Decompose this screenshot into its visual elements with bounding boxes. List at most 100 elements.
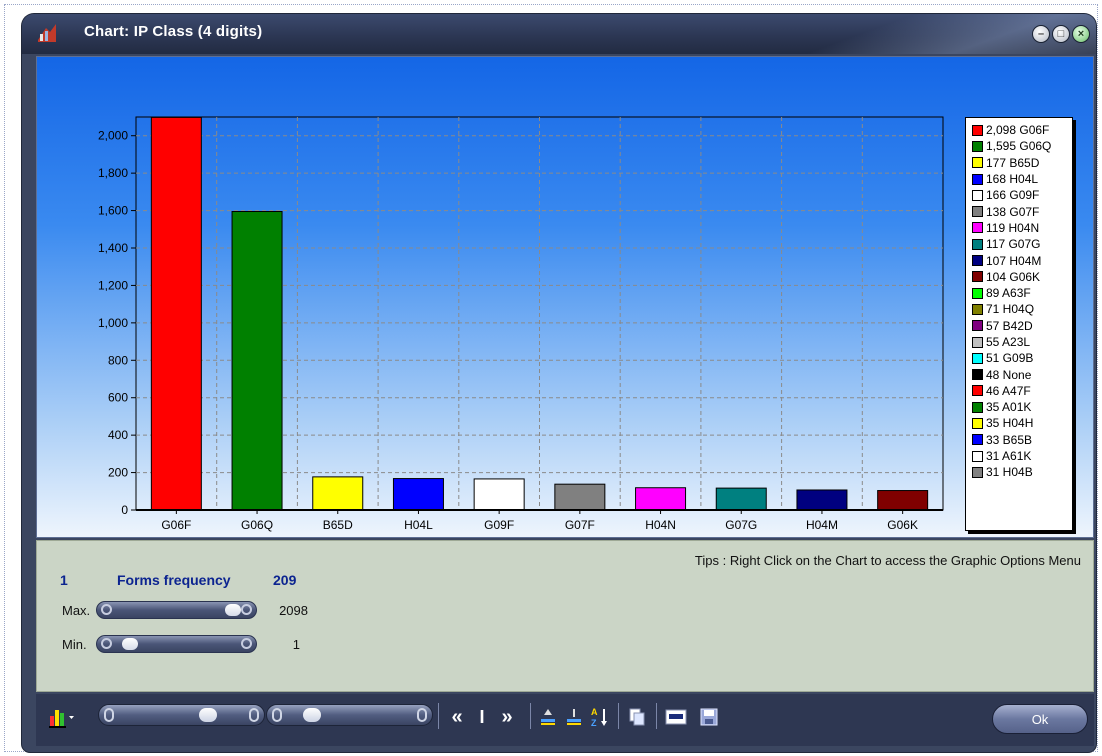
save-button[interactable] (696, 702, 722, 732)
legend-item: 71 H04Q (972, 301, 1072, 317)
options-button[interactable] (662, 702, 690, 732)
slider-cap-icon (272, 708, 282, 722)
minimize-button[interactable]: – (1032, 25, 1050, 43)
legend-item: 117 G07G (972, 236, 1072, 252)
range-slider-right[interactable] (266, 704, 433, 726)
fast-forward-icon: » (501, 705, 513, 728)
x-tick-label: H04L (404, 518, 433, 532)
legend-swatch (972, 369, 983, 381)
app-chart-icon[interactable] (36, 22, 58, 44)
ok-button[interactable]: Ok (992, 704, 1088, 734)
maximize-icon: □ (1057, 27, 1065, 40)
minimize-icon: – (1037, 27, 1045, 40)
y-tick-label: 400 (108, 428, 128, 442)
legend-swatch (972, 271, 983, 283)
legend-label: 89 A63F (986, 286, 1031, 301)
min-slider-thumb[interactable] (121, 638, 138, 650)
legend-item: 55 A23L (972, 334, 1072, 350)
y-tick-label: 1,000 (98, 316, 128, 330)
legend-item: 31 H04B (972, 464, 1072, 480)
min-value: 1 (292, 637, 300, 652)
y-tick-label: 0 (121, 503, 128, 517)
legend-swatch (972, 287, 983, 299)
legend-swatch (972, 434, 983, 446)
legend-item: 46 A47F (972, 383, 1072, 399)
maximize-button[interactable]: □ (1052, 25, 1070, 43)
sort-down-button[interactable] (536, 702, 560, 732)
legend-label: 55 A23L (986, 335, 1031, 349)
svg-text:A: A (591, 707, 598, 717)
slider-cap-left-icon (101, 604, 112, 615)
max-label: Max. (62, 603, 91, 618)
legend-label: 71 H04Q (986, 302, 1035, 317)
legend-label: 31 A61K (986, 449, 1032, 464)
tips-text: Tips : Right Click on the Chart to acces… (694, 553, 1081, 568)
floppy-disk-icon (700, 708, 718, 726)
range-slider-left-thumb[interactable] (199, 708, 217, 722)
max-slider[interactable] (96, 601, 257, 619)
bar-H04L (392, 478, 444, 511)
legend-label: 119 H04N (986, 220, 1040, 235)
legend-item: 107 H04M (972, 252, 1072, 268)
x-tick-label: G09F (484, 518, 514, 532)
last-button[interactable]: » (494, 702, 520, 732)
bar-G06Q (231, 211, 283, 511)
y-tick-label: 200 (108, 466, 128, 480)
chart-panel[interactable]: 0 200 400 600 800 1,000 1,200 1,400 1,600 1,800 2,… (36, 56, 1094, 538)
bottom-toolbar: « I » A Z Ok (36, 694, 1094, 746)
legend-label: 33 B65B (986, 432, 1033, 447)
chart-type-button[interactable] (42, 702, 82, 732)
close-button[interactable]: × (1072, 25, 1090, 43)
bar-chart[interactable]: 0 200 400 600 800 1,000 1,200 1,400 1,600 1,800 2,… (37, 57, 1093, 537)
legend-swatch (972, 466, 983, 478)
sort-up-button[interactable] (562, 702, 586, 732)
legend-label: 104 G06K (986, 269, 1041, 284)
slider-cap-icon (417, 708, 427, 722)
x-tick-label: G07F (565, 518, 595, 532)
legend-item: 48 None (972, 366, 1072, 382)
title-bar[interactable]: Chart: IP Class (4 digits) – □ × (22, 14, 1096, 54)
legend-item: 89 A63F (972, 285, 1072, 301)
legend-item: 51 G09B (972, 350, 1072, 366)
min-slider[interactable] (96, 635, 257, 653)
legend-swatch (972, 255, 983, 267)
legend-swatch (972, 450, 983, 462)
legend-item: 104 G06K (972, 269, 1072, 285)
legend-label: 57 B42D (986, 318, 1033, 333)
range-slider-right-thumb[interactable] (303, 708, 321, 722)
chart-legend: 2,098 G06F 1,595 G06Q 177 B65D 168 H04L 166 … (965, 117, 1073, 531)
legend-swatch (972, 385, 983, 397)
legend-swatch (972, 320, 983, 332)
legend-label: 166 G09F (986, 188, 1040, 203)
copy-button[interactable] (624, 702, 650, 732)
max-slider-thumb[interactable] (225, 604, 242, 616)
sort-az-icon: A Z (591, 707, 607, 728)
window-title: Chart: IP Class (4 digits) (84, 23, 263, 40)
y-tick-label: 600 (108, 391, 128, 405)
legend-swatch (972, 303, 983, 315)
range-slider-left[interactable] (98, 704, 265, 726)
x-tick-label: G06K (887, 518, 918, 532)
legend-item: 35 A01K (972, 399, 1072, 415)
legend-swatch (972, 417, 983, 429)
legend-label: 117 G07G (986, 237, 1041, 252)
max-count: 209 (273, 572, 297, 588)
legend-item: 177 B65D (972, 155, 1072, 171)
close-icon: × (1077, 27, 1085, 40)
x-tick-label: H04M (806, 518, 838, 532)
svg-text:Z: Z (591, 718, 597, 728)
pause-button[interactable]: I (472, 702, 492, 732)
toolbar-separator (618, 703, 619, 729)
slider-cap-icon (249, 708, 259, 722)
legend-label: 35 H04H (986, 416, 1034, 431)
filter-panel: Tips : Right Click on the Chart to acces… (36, 540, 1094, 692)
sort-alpha-button[interactable]: A Z (588, 702, 612, 732)
y-tick-label: 1,600 (98, 204, 128, 218)
field-label: Forms frequency (117, 572, 231, 588)
legend-swatch (972, 140, 983, 152)
toolbar-separator (530, 703, 531, 729)
legend-label: 177 B65D (986, 155, 1040, 170)
bar-B65D (312, 476, 364, 511)
first-button[interactable]: « (444, 702, 470, 732)
x-tick-label: B65D (323, 518, 353, 532)
